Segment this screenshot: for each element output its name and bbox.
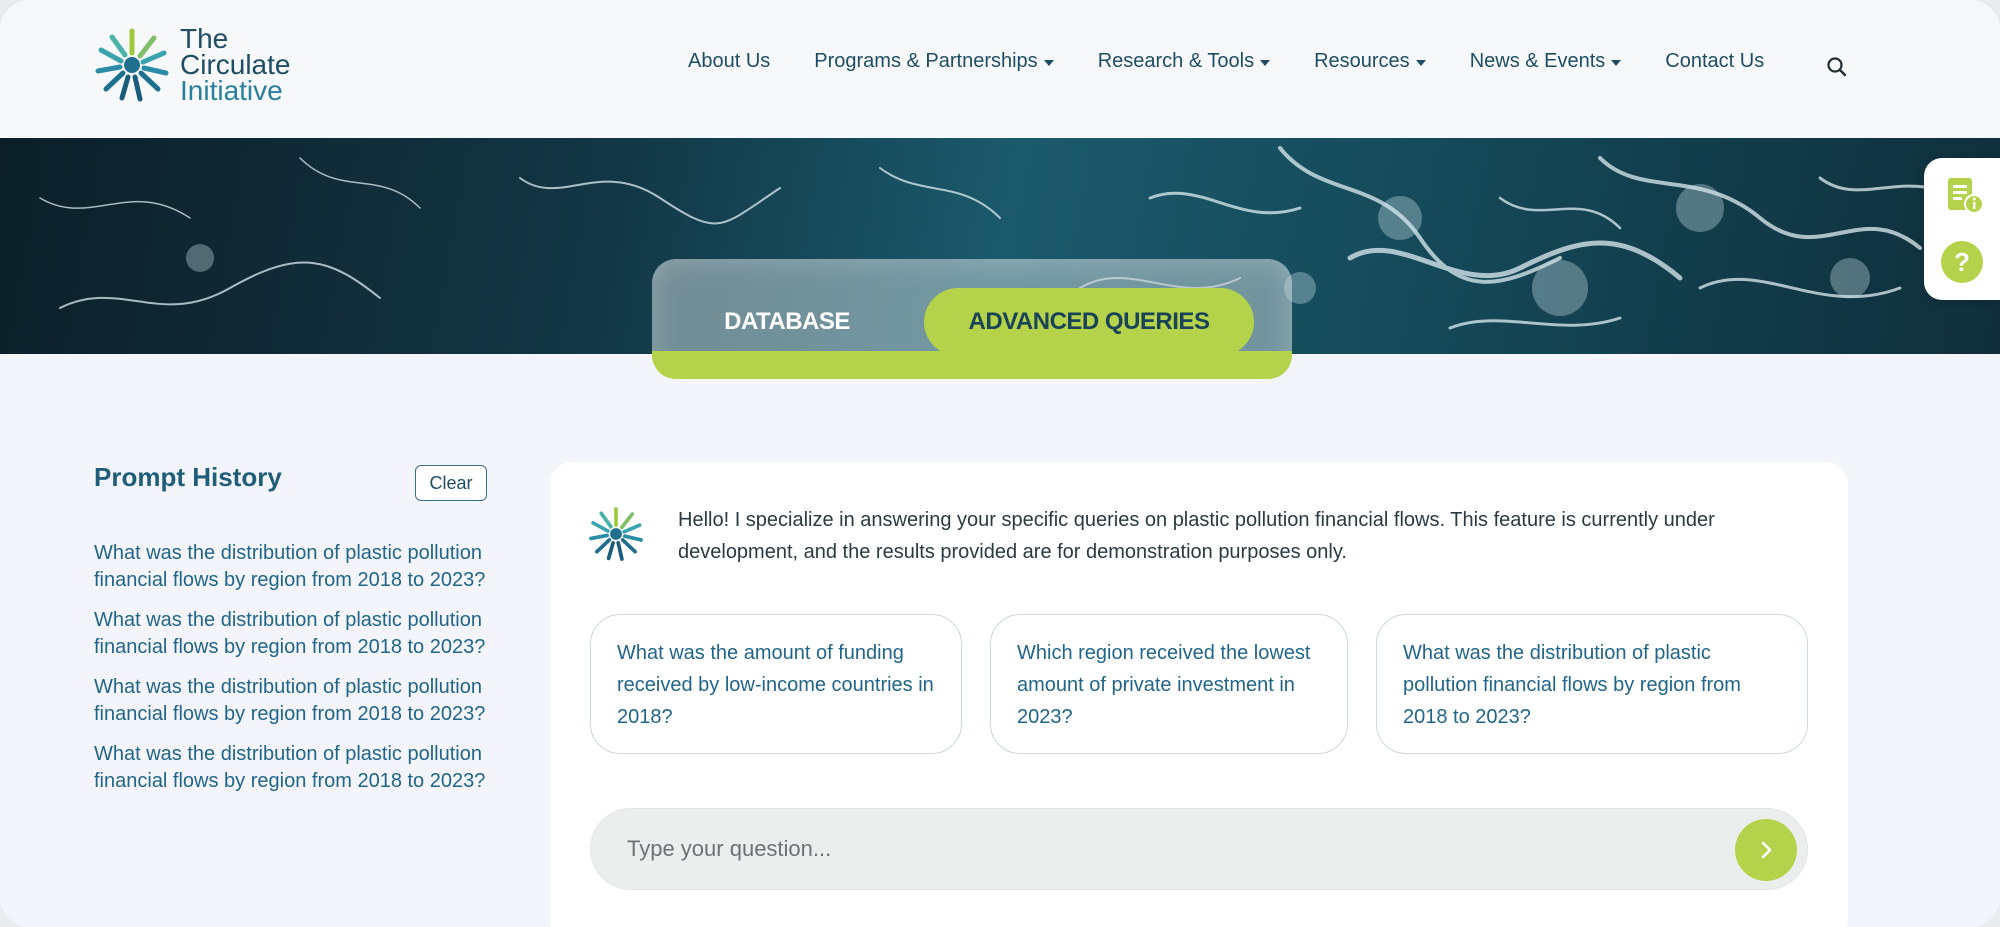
site-header: The Circulate Initiative About Us Progra… xyxy=(0,0,2000,138)
nav-about-us[interactable]: About Us xyxy=(688,50,770,73)
nav-programs-partnerships[interactable]: Programs & Partnerships xyxy=(814,50,1054,73)
side-widget: ? xyxy=(1924,158,2000,300)
chat-card: Hello! I specialize in answering your sp… xyxy=(550,462,1848,927)
logo-line-3: Initiative xyxy=(180,75,283,106)
bot-avatar-icon xyxy=(588,506,644,567)
bot-greeting-message: Hello! I specialize in answering your sp… xyxy=(678,509,1715,563)
nav-news-events[interactable]: News & Events xyxy=(1470,50,1622,73)
history-item[interactable]: What was the distribution of plastic pol… xyxy=(94,607,486,661)
caret-down-icon xyxy=(1415,59,1426,66)
clear-history-button[interactable]: Clear xyxy=(415,465,487,501)
nav-contact-label: Contact Us xyxy=(1665,50,1765,72)
suggestion-chip[interactable]: What was the distribution of plastic pol… xyxy=(1376,614,1808,754)
nav-about-us-label: About Us xyxy=(688,50,771,72)
main-nav: About Us Programs & Partnerships Researc… xyxy=(688,50,1808,73)
tab-database[interactable]: DATABASE xyxy=(692,288,882,356)
document-info-icon[interactable] xyxy=(1942,174,1986,223)
suggestion-chip[interactable]: What was the amount of funding received … xyxy=(590,614,962,754)
page: The Circulate Initiative About Us Progra… xyxy=(0,0,2000,927)
logo-text: The Circulate Initiative xyxy=(180,25,290,106)
caret-down-icon xyxy=(1611,59,1622,66)
nav-contact-us[interactable]: Contact Us xyxy=(1665,50,1764,73)
help-icon[interactable]: ? xyxy=(1940,240,1984,289)
search-icon[interactable] xyxy=(1826,56,1848,83)
mode-tabs: DATABASE ADVANCED QUERIES xyxy=(652,259,1292,379)
nav-programs-label: Programs & Partnerships xyxy=(814,50,1038,72)
tab-advanced-queries[interactable]: ADVANCED QUERIES xyxy=(924,288,1254,356)
nav-research-label: Research & Tools xyxy=(1097,50,1255,72)
history-list: What was the distribution of plastic pol… xyxy=(94,540,486,808)
question-input[interactable] xyxy=(627,829,1667,869)
circulate-logo-icon xyxy=(95,28,169,102)
prompt-history-title: Prompt History xyxy=(94,462,282,492)
logo[interactable]: The Circulate Initiative xyxy=(94,25,290,106)
nav-resources[interactable]: Resources xyxy=(1314,50,1426,73)
nav-news-label: News & Events xyxy=(1469,50,1606,72)
caret-down-icon xyxy=(1043,59,1054,66)
svg-text:?: ? xyxy=(1954,247,1970,277)
history-item[interactable]: What was the distribution of plastic pol… xyxy=(94,674,486,728)
question-input-bar xyxy=(590,808,1808,890)
history-item[interactable]: What was the distribution of plastic pol… xyxy=(94,741,486,795)
caret-down-icon xyxy=(1260,59,1271,66)
chevron-right-icon xyxy=(1761,841,1772,859)
nav-research-tools[interactable]: Research & Tools xyxy=(1097,50,1271,73)
nav-resources-label: Resources xyxy=(1314,50,1410,72)
history-item[interactable]: What was the distribution of plastic pol… xyxy=(94,540,486,594)
send-button[interactable] xyxy=(1735,819,1797,881)
suggestion-chip[interactable]: Which region received the lowest amount … xyxy=(990,614,1348,754)
